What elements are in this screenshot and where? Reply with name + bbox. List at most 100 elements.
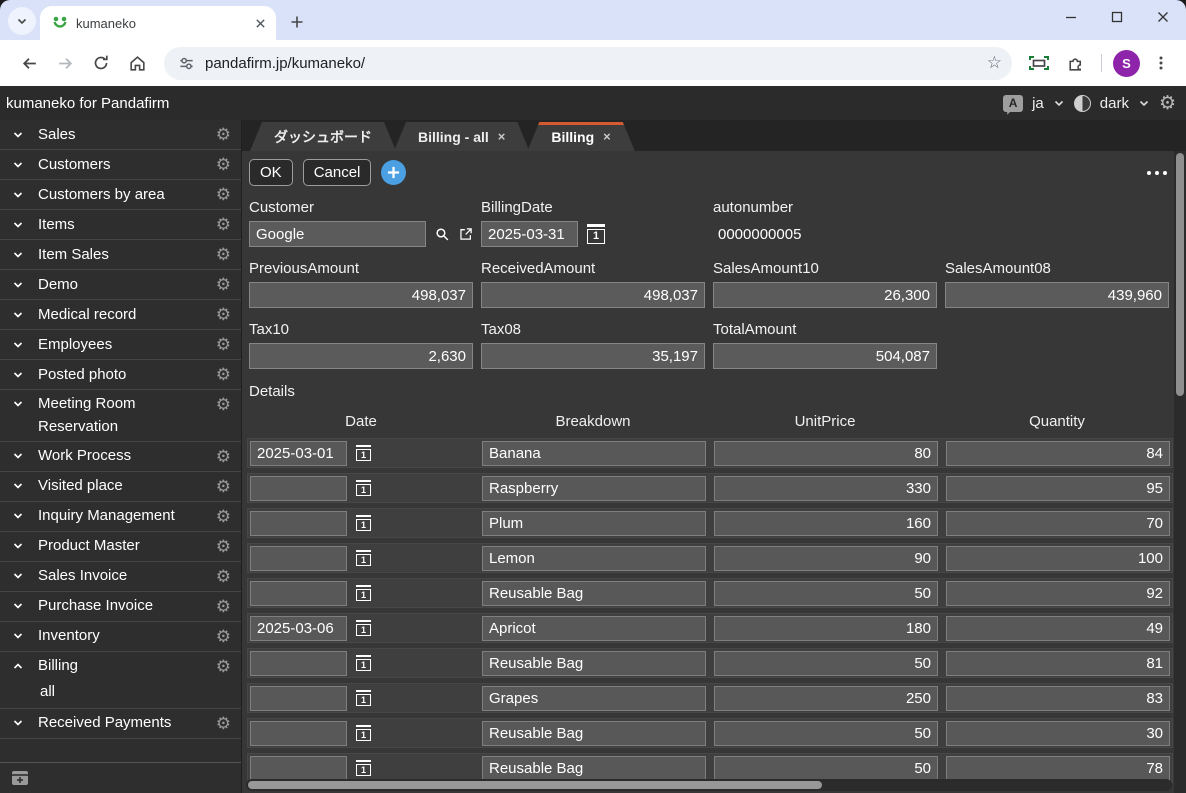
chevron-down-icon[interactable] [12, 600, 24, 612]
gear-icon[interactable]: ⚙ [216, 624, 231, 646]
gear-icon[interactable]: ⚙ [216, 711, 231, 733]
detail-quantity-input[interactable] [946, 511, 1170, 536]
calendar-icon[interactable]: 1 [356, 585, 371, 602]
received-amount-input[interactable] [481, 282, 705, 308]
add-app-icon[interactable] [9, 768, 31, 788]
sidebar-item-sales[interactable]: Sales ⚙ [0, 120, 241, 150]
maximize-button[interactable] [1094, 0, 1140, 34]
billing-date-input[interactable] [481, 221, 578, 247]
chevron-up-icon[interactable] [12, 660, 24, 672]
tab-close-icon[interactable] [255, 18, 266, 29]
new-tab-button[interactable] [284, 9, 310, 35]
calendar-icon[interactable]: 1 [356, 620, 371, 637]
gear-icon[interactable]: ⚙ [216, 534, 231, 556]
gear-icon[interactable]: ⚙ [216, 182, 231, 204]
gear-icon[interactable]: ⚙ [216, 242, 231, 264]
sidebar-item-sales-invoice[interactable]: Sales Invoice ⚙ [0, 562, 241, 592]
detail-quantity-input[interactable] [946, 651, 1170, 676]
detail-unitprice-input[interactable] [714, 686, 938, 711]
gear-icon[interactable]: ⚙ [216, 302, 231, 324]
gear-icon[interactable]: ⚙ [216, 332, 231, 354]
chevron-down-icon[interactable] [12, 339, 24, 351]
screenshot-frame-icon[interactable] [1024, 48, 1054, 78]
sidebar-item-product-master[interactable]: Product Master ⚙ [0, 532, 241, 562]
gear-icon[interactable]: ⚙ [216, 212, 231, 234]
chevron-down-icon[interactable] [12, 159, 24, 171]
close-window-button[interactable] [1140, 0, 1186, 34]
chevron-down-icon[interactable] [12, 480, 24, 492]
chevron-down-icon[interactable] [12, 540, 24, 552]
chevron-down-icon[interactable] [12, 398, 24, 410]
detail-unitprice-input[interactable] [714, 441, 938, 466]
chevron-down-icon[interactable] [12, 510, 24, 522]
detail-breakdown-input[interactable] [482, 686, 706, 711]
detail-breakdown-input[interactable] [482, 546, 706, 571]
gear-icon[interactable]: ⚙ [216, 122, 231, 144]
vertical-scrollbar-thumb[interactable] [1176, 153, 1184, 396]
more-options-icon[interactable] [1141, 167, 1173, 179]
detail-unitprice-input[interactable] [714, 476, 938, 501]
calendar-icon[interactable]: 1 [587, 224, 605, 244]
gear-icon[interactable]: ⚙ [216, 444, 231, 466]
sidebar-item-received-payments[interactable]: Received Payments ⚙ [0, 709, 241, 739]
reload-icon[interactable] [86, 48, 116, 78]
chevron-down-icon[interactable] [12, 717, 24, 729]
total-amount-input[interactable] [713, 343, 937, 369]
detail-quantity-input[interactable] [946, 686, 1170, 711]
sales-amount08-input[interactable] [945, 282, 1169, 308]
theme-contrast-icon[interactable] [1074, 95, 1091, 112]
gear-icon[interactable]: ⚙ [216, 654, 231, 676]
customer-input[interactable] [249, 221, 426, 247]
external-link-icon[interactable] [459, 225, 473, 243]
detail-breakdown-input[interactable] [482, 581, 706, 606]
theme-select[interactable]: dark [1100, 95, 1129, 112]
detail-unitprice-input[interactable] [714, 756, 938, 781]
detail-breakdown-input[interactable] [482, 511, 706, 536]
detail-breakdown-input[interactable] [482, 651, 706, 676]
sidebar-item-items[interactable]: Items ⚙ [0, 210, 241, 240]
calendar-icon[interactable]: 1 [356, 725, 371, 742]
sidebar-item-inventory[interactable]: Inventory ⚙ [0, 622, 241, 652]
home-icon[interactable] [122, 48, 152, 78]
detail-breakdown-input[interactable] [482, 441, 706, 466]
detail-breakdown-input[interactable] [482, 756, 706, 781]
chevron-down-icon[interactable] [12, 189, 24, 201]
address-bar[interactable]: pandafirm.jp/kumaneko/ ☆ [164, 47, 1012, 80]
previous-amount-input[interactable] [249, 282, 473, 308]
site-info-icon[interactable] [178, 55, 195, 72]
detail-breakdown-input[interactable] [482, 476, 706, 501]
calendar-icon[interactable]: 1 [356, 445, 371, 462]
language-select[interactable]: ja [1032, 95, 1044, 112]
detail-quantity-input[interactable] [946, 546, 1170, 571]
detail-quantity-input[interactable] [946, 756, 1170, 781]
sales-amount10-input[interactable] [713, 282, 937, 308]
sidebar-item-billing[interactable]: Billing ⚙ all [0, 652, 241, 709]
chevron-down-icon[interactable] [12, 279, 24, 291]
chevron-down-icon[interactable] [1053, 97, 1065, 109]
calendar-icon[interactable]: 1 [356, 550, 371, 567]
sidebar-item-visited-place[interactable]: Visited place ⚙ [0, 472, 241, 502]
vertical-scrollbar[interactable] [1174, 151, 1186, 793]
chevron-down-icon[interactable] [12, 129, 24, 141]
gear-icon[interactable]: ⚙ [216, 594, 231, 616]
detail-date-input[interactable] [250, 721, 347, 746]
gear-icon[interactable]: ⚙ [216, 272, 231, 294]
close-tab-icon[interactable]: × [603, 129, 611, 144]
gear-icon[interactable]: ⚙ [216, 504, 231, 526]
detail-unitprice-input[interactable] [714, 616, 938, 641]
detail-date-input[interactable] [250, 581, 347, 606]
close-tab-icon[interactable]: × [498, 129, 506, 144]
bookmark-star-icon[interactable]: ☆ [987, 53, 1002, 73]
chevron-down-icon[interactable] [12, 369, 24, 381]
detail-quantity-input[interactable] [946, 721, 1170, 746]
gear-icon[interactable]: ⚙ [216, 564, 231, 586]
detail-unitprice-input[interactable] [714, 721, 938, 746]
url-text[interactable]: pandafirm.jp/kumaneko/ [205, 55, 977, 72]
minimize-button[interactable] [1048, 0, 1094, 34]
gear-icon[interactable]: ⚙ [216, 392, 231, 414]
sidebar-item-employees[interactable]: Employees ⚙ [0, 330, 241, 360]
detail-quantity-input[interactable] [946, 476, 1170, 501]
chevron-down-icon[interactable] [12, 630, 24, 642]
detail-date-input[interactable] [250, 651, 347, 676]
detail-date-input[interactable] [250, 511, 347, 536]
